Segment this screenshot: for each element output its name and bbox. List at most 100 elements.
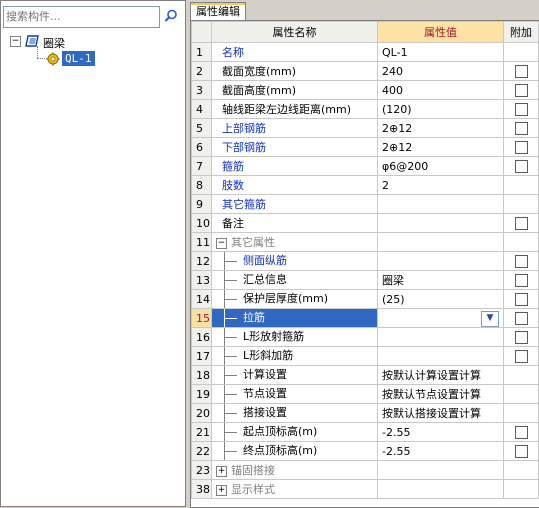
- attach-checkbox[interactable]: [514, 330, 528, 344]
- tab-property-edit[interactable]: 属性编辑: [190, 2, 246, 21]
- property-row[interactable]: 7 箍筋 φ6@200: [191, 156, 539, 176]
- property-name-cell: 节点设置: [211, 384, 378, 404]
- property-name-cell: + 锚固搭接: [211, 460, 378, 480]
- attach-cell: [503, 327, 539, 347]
- property-row[interactable]: 20 搭接设置 按默认搭接设置计算: [191, 403, 539, 423]
- property-value-cell[interactable]: [377, 251, 504, 271]
- property-name-cell: 截面高度(mm): [211, 80, 378, 100]
- property-value-cell[interactable]: [377, 346, 504, 366]
- property-row[interactable]: 12 侧面纵筋: [191, 251, 539, 271]
- property-value-cell[interactable]: -2.55: [377, 441, 504, 461]
- attach-cell: [503, 270, 539, 290]
- property-row[interactable]: 16 L形放射箍筋: [191, 327, 539, 347]
- property-row[interactable]: 21 起点顶标高(m) -2.55: [191, 422, 539, 442]
- property-row[interactable]: 38 + 显示样式: [191, 479, 539, 499]
- attach-checkbox[interactable]: [514, 83, 528, 97]
- attach-checkbox[interactable]: [514, 159, 528, 173]
- property-row[interactable]: 3 截面高度(mm) 400: [191, 80, 539, 100]
- property-name-cell: + 显示样式: [211, 479, 378, 499]
- row-number: 4: [191, 99, 212, 119]
- property-row[interactable]: 8 肢数 2: [191, 175, 539, 195]
- property-row[interactable]: 15 拉筋 ▼: [191, 308, 539, 328]
- attach-checkbox[interactable]: [514, 444, 528, 458]
- tab-bar: 属性编辑: [186, 0, 539, 21]
- collapse-toggle[interactable]: −: [10, 36, 21, 47]
- property-value-cell[interactable]: [377, 327, 504, 347]
- attach-header: 附加: [503, 21, 539, 43]
- property-row[interactable]: 13 汇总信息 圈梁: [191, 270, 539, 290]
- attach-checkbox[interactable]: [514, 140, 528, 154]
- property-value-cell[interactable]: 2⊕12: [377, 137, 504, 157]
- property-row[interactable]: 2 截面宽度(mm) 240: [191, 61, 539, 81]
- property-name-label: 下部钢筋: [222, 141, 266, 154]
- property-row[interactable]: 19 节点设置 按默认节点设置计算: [191, 384, 539, 404]
- attach-checkbox[interactable]: [514, 64, 528, 78]
- property-name-label: 肢数: [222, 179, 244, 192]
- property-row[interactable]: 6 下部钢筋 2⊕12: [191, 137, 539, 157]
- row-number: 17: [191, 346, 212, 366]
- property-value-cell[interactable]: 按默认计算设置计算: [377, 365, 504, 385]
- attach-checkbox[interactable]: [514, 273, 528, 287]
- search-input[interactable]: [6, 9, 156, 24]
- property-value-cell[interactable]: (25): [377, 289, 504, 309]
- property-name-cell: 起点顶标高(m): [211, 422, 378, 442]
- expand-icon[interactable]: +: [216, 484, 227, 496]
- search-box[interactable]: [3, 6, 160, 28]
- property-value: (120): [382, 102, 412, 116]
- property-row[interactable]: 1 名称 QL-1: [191, 42, 539, 62]
- property-row[interactable]: 4 轴线距梁左边线距离(mm) (120): [191, 99, 539, 119]
- attach-cell: [503, 99, 539, 119]
- attach-checkbox[interactable]: [514, 102, 528, 116]
- tree-node-child[interactable]: QL-1: [3, 46, 183, 68]
- attach-checkbox[interactable]: [514, 216, 528, 230]
- row-number-header: [191, 21, 212, 43]
- property-row[interactable]: 10 备注: [191, 213, 539, 233]
- property-value-cell[interactable]: [377, 213, 504, 233]
- property-value-cell[interactable]: (120): [377, 99, 504, 119]
- property-row[interactable]: 18 计算设置 按默认计算设置计算: [191, 365, 539, 385]
- property-value-cell[interactable]: QL-1: [377, 42, 504, 62]
- attach-checkbox[interactable]: [514, 292, 528, 306]
- property-value-cell[interactable]: φ6@200: [377, 156, 504, 176]
- property-value-cell[interactable]: ▼: [377, 308, 504, 328]
- attach-cell: [503, 42, 539, 62]
- tree-indent-line: [224, 385, 243, 403]
- attach-checkbox[interactable]: [514, 425, 528, 439]
- property-row[interactable]: 9 其它箍筋: [191, 194, 539, 214]
- property-name-cell: 名称: [211, 42, 378, 62]
- collapse-icon[interactable]: −: [216, 237, 227, 249]
- property-row[interactable]: 5 上部钢筋 2⊕12: [191, 118, 539, 138]
- tree-branch-line: [225, 280, 237, 281]
- property-value-cell[interactable]: 400: [377, 80, 504, 100]
- search-button[interactable]: [161, 6, 181, 26]
- row-number: 23: [191, 460, 212, 480]
- property-name-label: 其它箍筋: [222, 198, 266, 211]
- tree-node-root[interactable]: − 圈梁: [3, 32, 183, 50]
- property-value-cell[interactable]: 2⊕12: [377, 118, 504, 138]
- tree-guide-line: [37, 46, 38, 58]
- tree-indent-line: [224, 271, 243, 289]
- attach-checkbox[interactable]: [514, 311, 528, 325]
- property-row[interactable]: 17 L形斜加筋: [191, 346, 539, 366]
- property-row[interactable]: 23 + 锚固搭接: [191, 460, 539, 480]
- attach-checkbox[interactable]: [514, 254, 528, 268]
- attach-cell: [503, 61, 539, 81]
- property-value-cell[interactable]: [377, 194, 504, 214]
- row-number: 8: [191, 175, 212, 195]
- property-value-cell[interactable]: 2: [377, 175, 504, 195]
- expand-icon[interactable]: +: [216, 465, 227, 477]
- property-value: 400: [382, 83, 403, 97]
- property-value-cell[interactable]: 按默认搭接设置计算: [377, 403, 504, 423]
- attach-checkbox[interactable]: [514, 349, 528, 363]
- attach-checkbox[interactable]: [514, 121, 528, 135]
- tree-branch-line: [225, 261, 237, 262]
- row-number: 13: [191, 270, 212, 290]
- property-value-cell[interactable]: 按默认节点设置计算: [377, 384, 504, 404]
- property-value-cell[interactable]: 240: [377, 61, 504, 81]
- property-value-cell[interactable]: -2.55: [377, 422, 504, 442]
- property-row[interactable]: 14 保护层厚度(mm) (25): [191, 289, 539, 309]
- property-value-cell[interactable]: 圈梁: [377, 270, 504, 290]
- property-row[interactable]: 11− 其它属性: [191, 232, 539, 252]
- property-row[interactable]: 22 终点顶标高(m) -2.55: [191, 441, 539, 461]
- dropdown-arrow-icon[interactable]: ▼: [481, 311, 499, 327]
